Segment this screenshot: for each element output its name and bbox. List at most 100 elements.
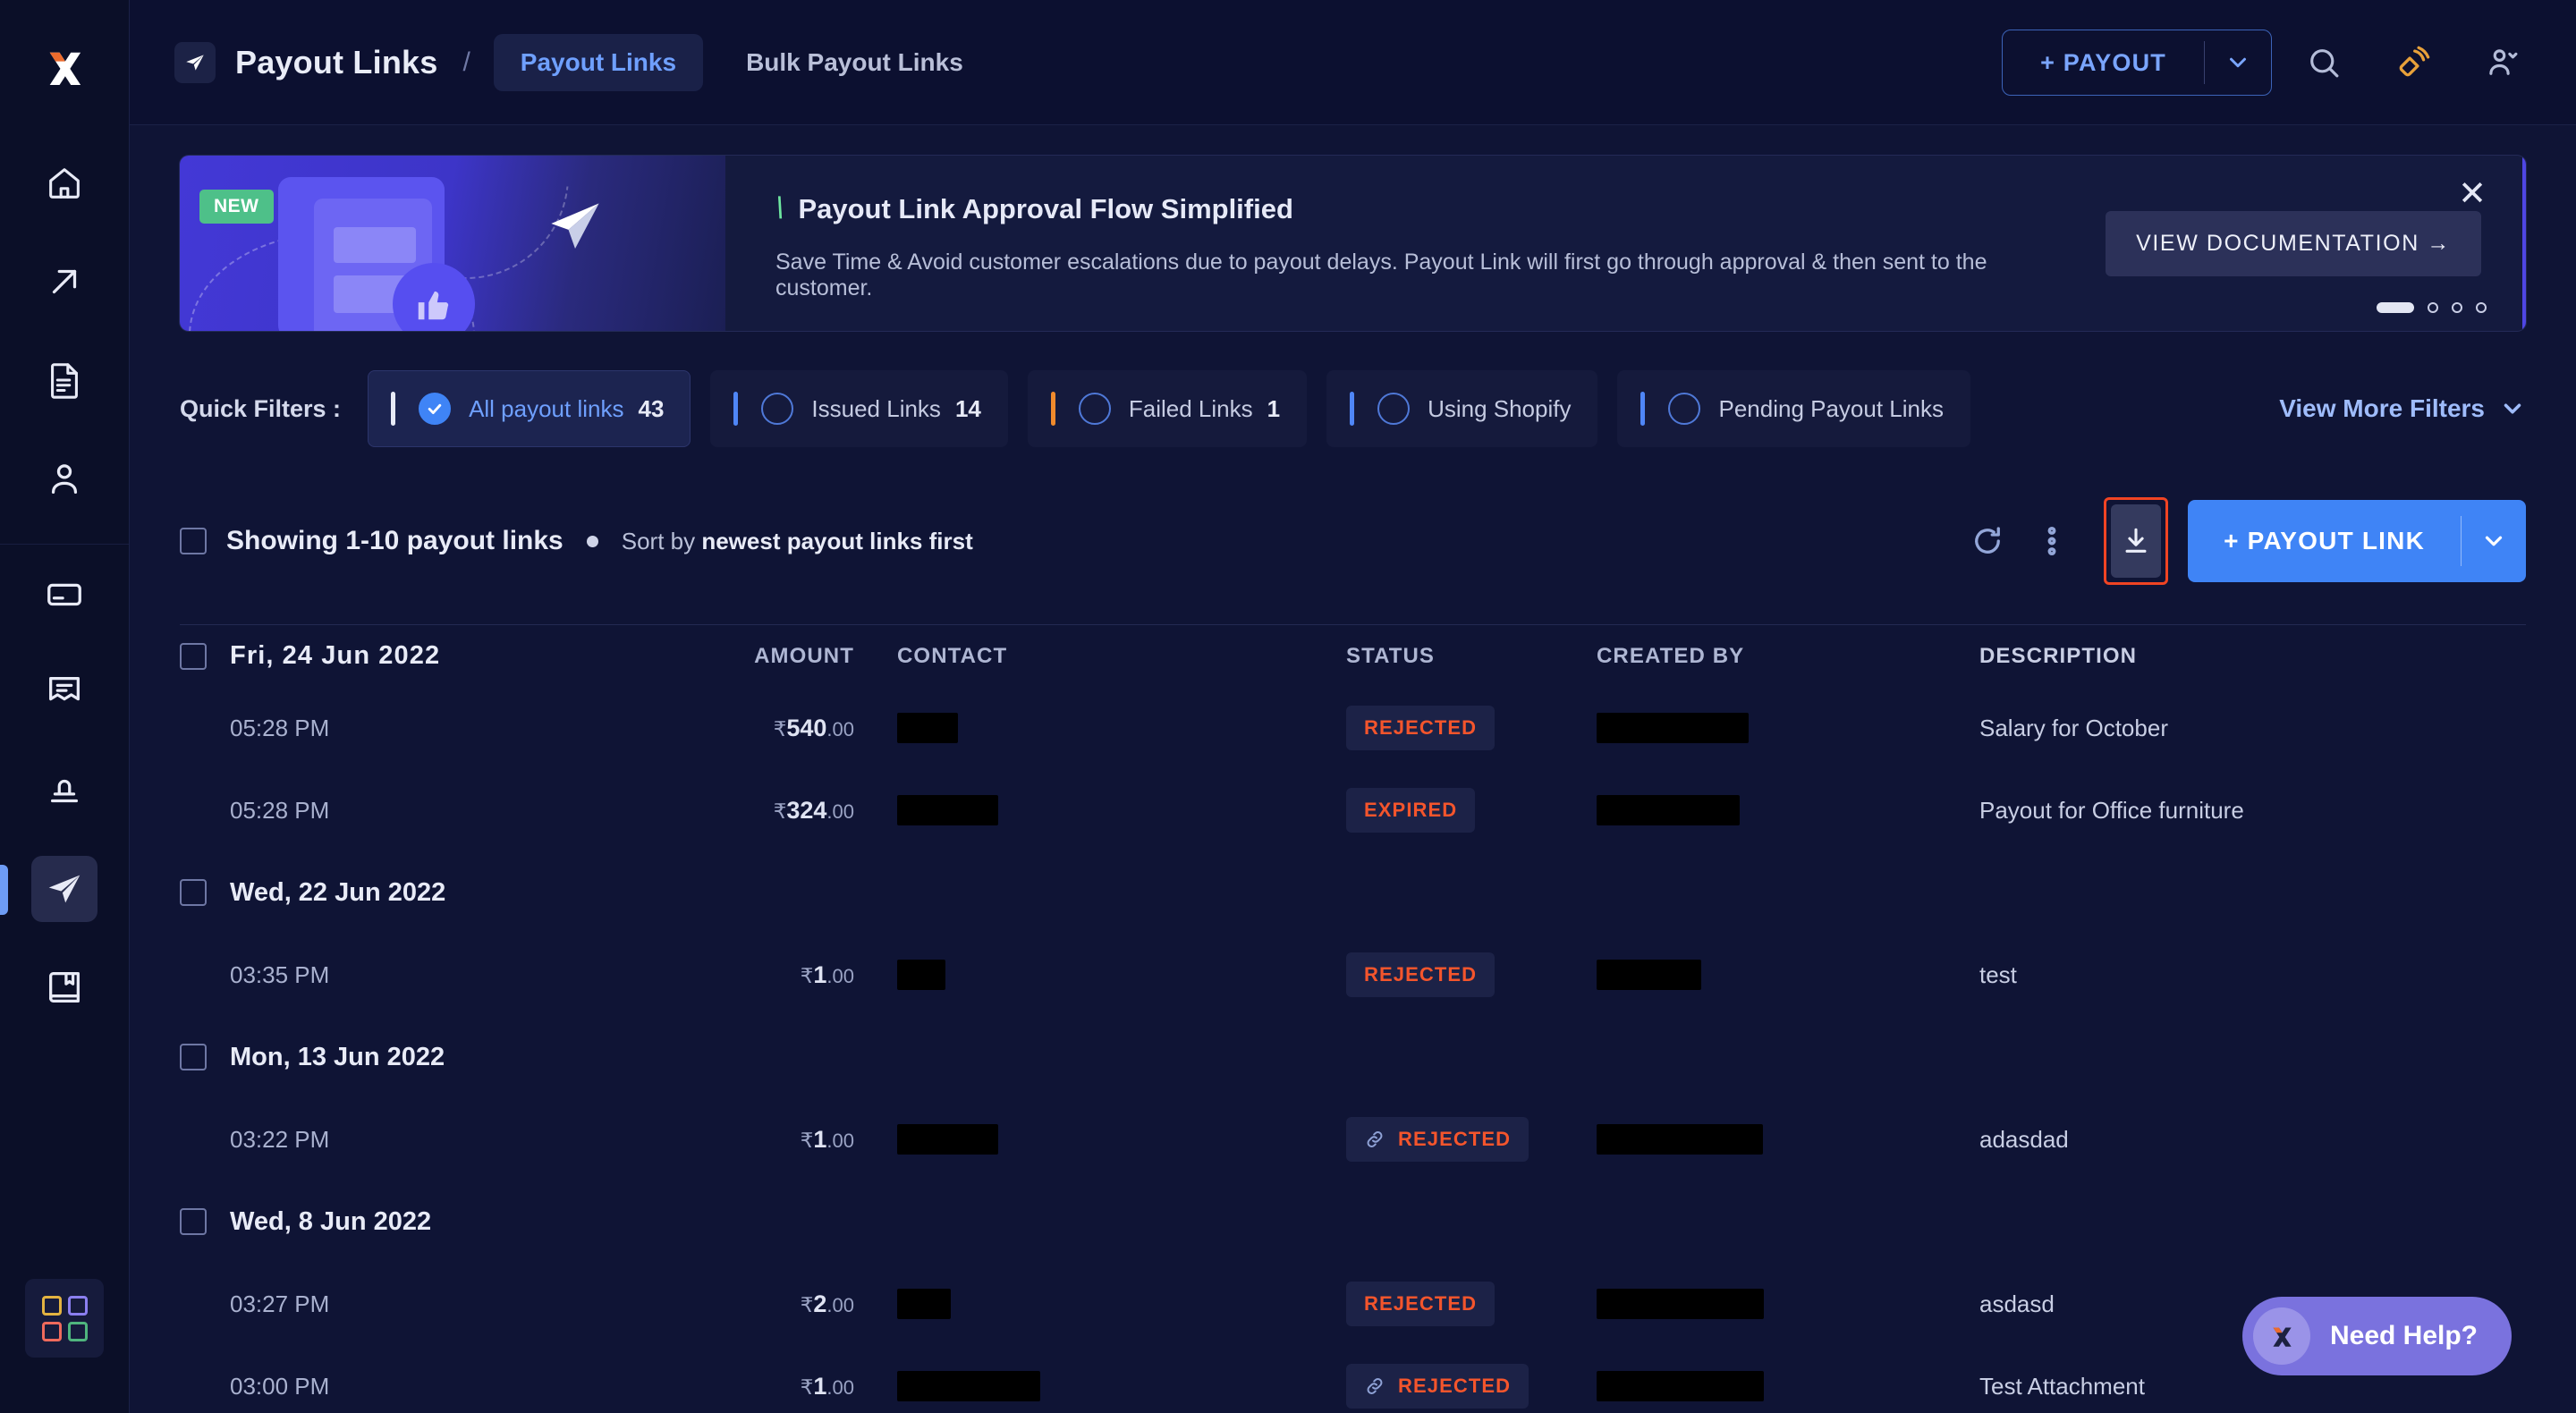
card-icon [47, 583, 81, 606]
redacted-created-by [1597, 1371, 1764, 1402]
filter-checkbox-checked[interactable] [419, 393, 452, 425]
link-icon [1367, 1131, 1383, 1147]
sidebar-item-customers[interactable] [0, 429, 129, 528]
home-icon [49, 168, 80, 199]
sort-by-control[interactable]: Sort by newest payout links first [622, 528, 973, 555]
currency-symbol: ₹ [773, 799, 787, 823]
filter-checkbox[interactable] [761, 393, 794, 425]
carousel-dot-4[interactable] [2476, 302, 2487, 313]
filter-count: 43 [638, 394, 665, 422]
need-help-label: Need Help? [2329, 1321, 2478, 1350]
banner-subtitle: Save Time & Avoid customer escalations d… [775, 250, 1987, 300]
sidebar-item-payout-links[interactable] [0, 840, 129, 938]
amount-minor: .00 [826, 964, 854, 987]
redacted-created-by [1597, 1124, 1763, 1155]
sidebar-item-apps[interactable] [25, 1279, 104, 1358]
sidebar-item-cards[interactable] [0, 545, 129, 643]
table-row[interactable]: 05:28 PM ₹324.00 EXPIRED Payout for Offi… [180, 769, 2526, 851]
document-icon [51, 363, 78, 399]
quick-filter-failed-links[interactable]: Failed Links 1 [1027, 370, 1308, 447]
chevron-down-icon [2504, 403, 2521, 414]
status-badge: REJECTED [1346, 952, 1496, 997]
banner-carousel-dots[interactable] [2377, 302, 2487, 313]
table-group-header: Mon, 13 Jun 2022 [180, 1016, 2526, 1098]
group-select-checkbox[interactable] [180, 879, 207, 906]
status-badge: REJECTED [1346, 1282, 1496, 1326]
payout-button-group[interactable]: + PAYOUT [2002, 29, 2272, 96]
row-status: REJECTED [1346, 1282, 1597, 1326]
group-select-checkbox[interactable] [180, 1044, 207, 1070]
row-time: 03:35 PM [230, 960, 330, 988]
sidebar-item-transactions[interactable] [0, 233, 129, 331]
row-created-by [1597, 1124, 1979, 1155]
select-all-checkbox[interactable] [180, 528, 207, 554]
arrow-up-right-icon [52, 269, 77, 294]
filter-tick-mark [1050, 392, 1055, 426]
table-row[interactable]: 03:35 PM ₹1.00 REJECTED test [180, 934, 2526, 1016]
filter-checkbox[interactable] [1377, 393, 1411, 425]
filter-label: Using Shopify [1428, 394, 1572, 422]
status-badge: REJECTED [1346, 1117, 1530, 1162]
quick-filter-all-payout-links[interactable]: All payout links 43 [368, 370, 691, 447]
quick-filter-using-shopify[interactable]: Using Shopify [1326, 370, 1598, 447]
app-root: Payout Links / Payout Links Bulk Payout … [0, 0, 2576, 1413]
refresh-button[interactable] [1955, 509, 2020, 573]
filter-checkbox[interactable] [1668, 393, 1701, 425]
tab-payout-links[interactable]: Payout Links [493, 33, 704, 91]
table-row[interactable]: 05:28 PM ₹540.00 REJECTED Salary for Oct… [180, 687, 2526, 769]
redacted-created-by [1597, 1289, 1764, 1320]
search-button[interactable] [2286, 25, 2361, 100]
filter-checkbox[interactable] [1078, 393, 1111, 425]
toolbar-dot-separator [586, 535, 598, 547]
quick-filter-issued-links[interactable]: Issued Links 14 [710, 370, 1008, 447]
breadcrumb-separator: / [462, 47, 470, 77]
amount-major: 540 [786, 714, 827, 741]
download-button[interactable] [2111, 504, 2162, 578]
row-description: Payout for Office furniture [1979, 796, 2244, 824]
carousel-dot-3[interactable] [2452, 302, 2462, 313]
sidebar-item-home[interactable] [0, 134, 129, 233]
app-logo[interactable] [0, 0, 129, 134]
more-options-button[interactable] [2020, 509, 2084, 573]
row-description: Test Attachment [1979, 1372, 2145, 1400]
top-header: Payout Links / Payout Links Bulk Payout … [130, 0, 2576, 125]
announcements-button[interactable] [2376, 25, 2451, 100]
table-row[interactable]: 03:22 PM ₹1.00 REJECTED adasdad [180, 1098, 2526, 1180]
status-text: REJECTED [1364, 963, 1478, 986]
list-toolbar: Showing 1-10 payout links Sort by newest… [180, 497, 2526, 585]
currency-symbol: ₹ [800, 1292, 814, 1316]
link-icon [1367, 1378, 1383, 1394]
carousel-dot-1[interactable] [2377, 302, 2414, 313]
column-header-amount: AMOUNT [754, 643, 854, 668]
banner-new-badge: NEW [199, 190, 274, 224]
carousel-dot-2[interactable] [2428, 302, 2438, 313]
create-payout-link-caret[interactable] [2462, 528, 2526, 554]
sidebar-item-docs[interactable] [0, 938, 129, 1036]
sidebar-item-reports[interactable] [0, 331, 129, 429]
sidebar-item-tax[interactable] [0, 741, 129, 840]
create-payout-link-button-group[interactable]: + PAYOUT LINK [2188, 500, 2526, 582]
payout-button-label[interactable]: + PAYOUT [2003, 30, 2204, 95]
payout-button-caret[interactable] [2205, 49, 2271, 76]
tab-bulk-payout-links[interactable]: Bulk Payout Links [719, 34, 990, 91]
group-select-checkbox[interactable] [180, 1208, 207, 1235]
group-select-checkbox[interactable] [180, 642, 207, 670]
group-date: Mon, 13 Jun 2022 [230, 1042, 445, 1071]
row-amount: ₹1.00 [738, 1373, 854, 1400]
need-help-widget[interactable]: Need Help? [2241, 1297, 2512, 1375]
amount-major: 324 [786, 796, 827, 824]
sidebar-item-invoices[interactable] [0, 643, 129, 741]
banner-slash-mark: \ [772, 191, 788, 225]
account-menu-button[interactable] [2465, 25, 2540, 100]
banner-close-button[interactable]: ✕ [2458, 177, 2487, 211]
amount-major: 1 [813, 960, 827, 988]
table-row[interactable]: 03:00 PM ₹1.00 REJECTED Test Attachment [180, 1345, 2526, 1413]
create-payout-link-label[interactable]: + PAYOUT LINK [2188, 527, 2461, 555]
account-icon [2489, 48, 2518, 75]
quick-filter-pending-payout-links[interactable]: Pending Payout Links [1617, 370, 1970, 447]
table-row[interactable]: 03:27 PM ₹2.00 REJECTED asdasd [180, 1263, 2526, 1345]
row-created-by [1597, 1289, 1979, 1320]
view-more-filters-button[interactable]: View More Filters [2279, 394, 2526, 423]
link-icon-wrap [1364, 1129, 1385, 1150]
view-documentation-button[interactable]: VIEW DOCUMENTATION → [2106, 210, 2481, 276]
